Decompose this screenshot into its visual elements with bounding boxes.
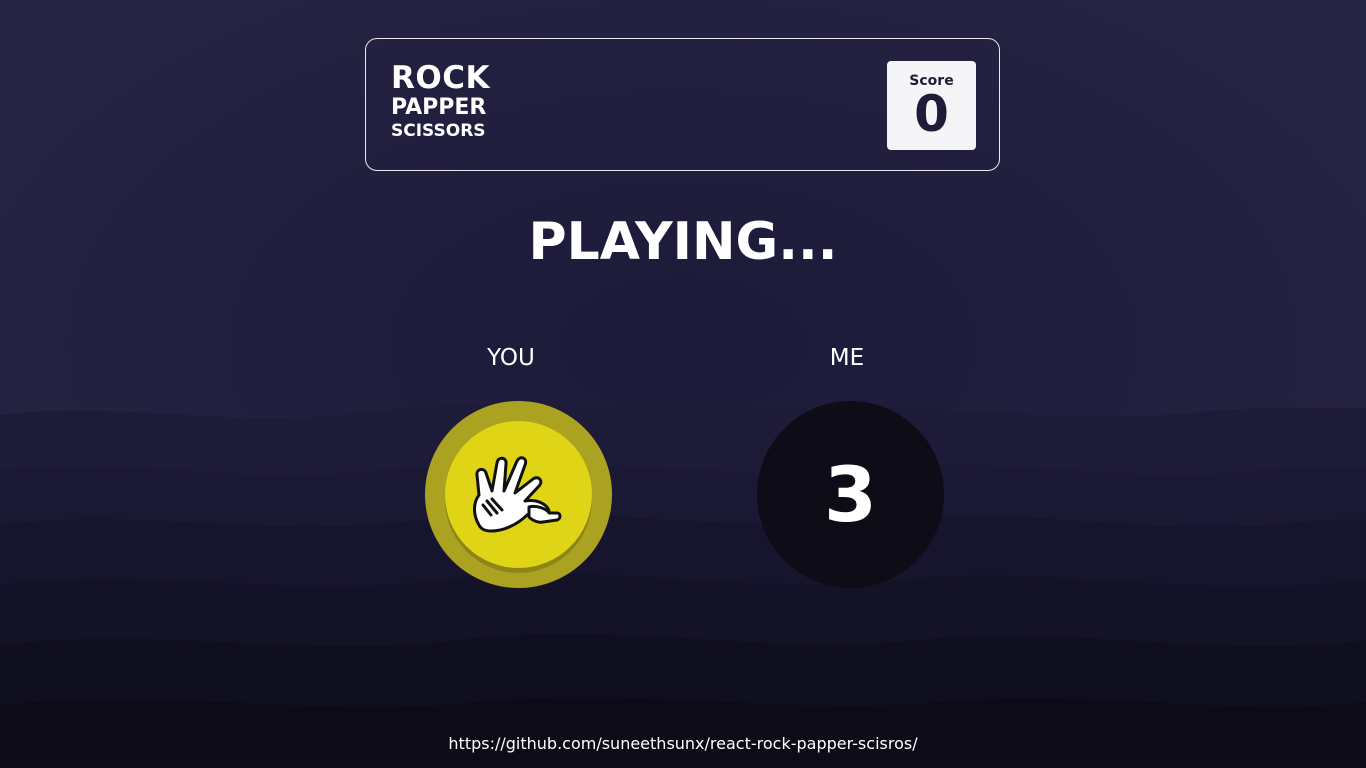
game-status: PLAYING... bbox=[528, 212, 838, 272]
paper-hand-icon bbox=[473, 456, 562, 533]
header-panel: ROCK PAPPER SCISSORS Score 0 bbox=[365, 38, 1000, 171]
countdown-number: 3 bbox=[824, 450, 877, 539]
player-choice-token[interactable] bbox=[425, 401, 612, 588]
game-title: ROCK PAPPER SCISSORS bbox=[391, 63, 490, 140]
title-rock: ROCK bbox=[391, 60, 490, 96]
me-label: ME bbox=[829, 345, 865, 371]
github-link[interactable]: https://github.com/suneethsunx/react-roc… bbox=[0, 733, 1366, 755]
score-value: 0 bbox=[914, 85, 949, 143]
score-box: Score 0 bbox=[887, 61, 976, 150]
title-scissors: SCISSORS bbox=[391, 121, 486, 141]
you-label: YOU bbox=[487, 345, 535, 371]
player-choice-inner bbox=[445, 421, 592, 568]
title-papper: PAPPER bbox=[391, 95, 487, 120]
opponent-countdown-circle: 3 bbox=[757, 401, 944, 588]
